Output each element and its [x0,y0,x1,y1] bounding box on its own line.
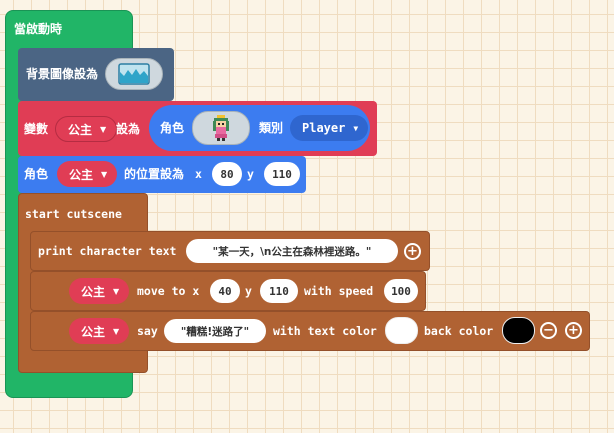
print-text-field[interactable]: "某一天，\n公主在森林裡迷路。" [186,239,398,263]
move-to-label: move to x [137,284,200,298]
speed-field[interactable]: 100 [384,279,418,303]
sprite-label: 角色 [160,121,185,135]
set-position-prefix: 角色 [24,167,49,181]
landscape-image-icon [118,63,150,85]
y-label: y [247,167,254,181]
say-sprite-value: 公主 [81,324,106,339]
background-image-picker[interactable] [105,58,163,90]
chevron-down-icon: ▼ [100,124,107,134]
chevron-down-icon: ▼ [101,169,108,179]
y-value-field[interactable]: 110 [264,162,300,186]
say-label: say [137,324,158,338]
back-color-label: back color [424,324,494,338]
set-position-middle-label: 的位置設為 [124,167,185,181]
set-position-block[interactable]: 角色 公主 ▼ 的位置設為 x 80 y 110 [18,156,306,193]
chevron-down-icon: ▼ [353,123,359,133]
move-y-field[interactable]: 110 [260,279,298,303]
x-label: x [195,167,202,181]
variable-dropdown[interactable]: 公主 ▼ [55,116,118,142]
add-parameter-icon[interactable]: + [565,322,582,339]
with-speed-label: with speed [304,284,374,298]
variable-dropdown-value: 公主 [68,122,93,137]
move-sprite-value: 公主 [81,284,106,299]
remove-parameter-icon[interactable]: − [540,322,557,339]
say-text-field[interactable]: "糟糕!迷路了" [164,319,266,343]
kind-label: 類別 [259,121,284,135]
back-color-swatch[interactable] [502,317,535,344]
move-x-field[interactable]: 40 [210,279,240,303]
move-sprite-dropdown[interactable]: 公主 ▼ [69,278,130,304]
set-background-label: 背景圖像設為 [26,67,99,81]
print-character-text-label: print character text [38,244,177,258]
on-start-label: 當啟動時 [14,22,63,36]
chevron-down-icon: ▼ [113,326,120,336]
text-color-swatch[interactable] [385,317,418,344]
say-block[interactable]: 公主 ▼ say "糟糕!迷路了" with text color back c… [30,311,590,351]
kind-dropdown-value: Player [302,121,346,135]
text-color-label: with text color [273,324,377,338]
create-sprite-reporter[interactable]: 角色 類別 Player ▼ [149,105,370,151]
kind-dropdown[interactable]: Player ▼ [290,115,369,141]
add-parameter-icon[interactable]: + [404,243,421,260]
move-to-block[interactable]: 公主 ▼ move to x 40 y 110 with speed 100 [30,271,426,311]
princess-pixel-sprite-icon [213,115,229,141]
set-to-label: 設為 [116,122,141,136]
set-background-image-block[interactable]: 背景圖像設為 [18,48,174,101]
move-y-label: y [245,284,252,298]
sprite-variable-dropdown[interactable]: 公主 ▼ [57,161,118,187]
say-sprite-dropdown[interactable]: 公主 ▼ [69,318,130,344]
set-variable-block[interactable]: 變數 公主 ▼ 設為 角色 類別 Player ▼ [18,101,377,156]
print-character-text-block[interactable]: print character text "某一天，\n公主在森林裡迷路。" + [30,231,430,271]
set-variable-prefix: 變數 [24,122,49,136]
sprite-variable-value: 公主 [69,167,94,182]
sprite-image-picker[interactable] [192,111,250,145]
x-value-field[interactable]: 80 [212,162,242,186]
chevron-down-icon: ▼ [113,286,120,296]
start-cutscene-label: start cutscene [25,207,122,221]
